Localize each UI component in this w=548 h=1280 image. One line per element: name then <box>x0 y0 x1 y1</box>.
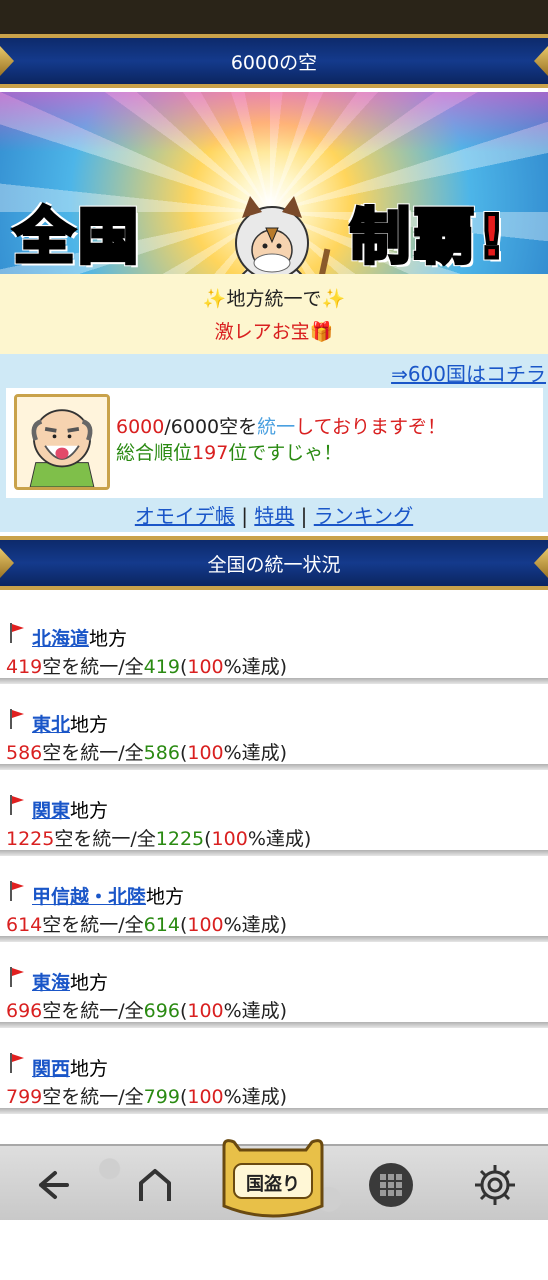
banner-text-right: 制覇! <box>348 201 510 275</box>
flag-icon <box>10 623 24 643</box>
kunitori-label: 国盗り <box>246 1174 300 1195</box>
avatar <box>14 394 110 490</box>
list-item: 関西地方 799空を統一/全799(100%達成) <box>0 1028 548 1114</box>
section-title: 全国の統一状況 <box>207 553 341 576</box>
gear-icon <box>475 1165 515 1205</box>
home-icon <box>139 1169 171 1201</box>
home-button[interactable] <box>130 1160 180 1210</box>
list-item: 甲信越・北陸地方 614空を統一/全614(100%達成) <box>0 856 548 942</box>
flag-icon <box>10 795 24 815</box>
back-arrow-icon <box>39 1171 69 1199</box>
kunitori-button[interactable]: 国盗り <box>210 1136 336 1220</box>
flag-icon <box>10 881 24 901</box>
page-title: 6000の空 <box>230 51 318 74</box>
back-button[interactable] <box>26 1160 76 1210</box>
region-link[interactable]: 甲信越・北陸 <box>32 886 146 908</box>
status-panel: ⇒600国はコチラ 6000/6000空を統一しておりますぞ！ 総合順位197位… <box>0 354 548 532</box>
rank-value: 197 <box>192 442 229 464</box>
flag-icon <box>10 1053 24 1073</box>
bonus-link[interactable]: 特典 <box>254 504 294 528</box>
region-link[interactable]: 東海 <box>32 972 70 994</box>
bottom-blank <box>0 1220 548 1280</box>
notice-line-2: 激レアお宝🎁 <box>214 321 334 343</box>
status-card: 6000/6000空を統一しておりますぞ！ 総合順位197位ですじゃ！ <box>6 388 543 498</box>
settings-button[interactable] <box>470 1160 520 1210</box>
apps-button[interactable] <box>366 1160 416 1210</box>
section-ribbon: 全国の統一状況 <box>0 536 548 590</box>
ranking-link[interactable]: ランキング <box>314 504 413 528</box>
owl-mascot-icon <box>235 196 331 274</box>
flag-icon <box>10 967 24 987</box>
old-man-avatar-icon <box>17 397 107 487</box>
list-item: 北海道地方 419空を統一/全419(100%達成) <box>0 598 548 684</box>
unified-count: 6000 <box>116 416 165 438</box>
region-link[interactable]: 北海道 <box>32 628 89 650</box>
status-message: 6000/6000空を統一しておりますぞ！ 総合順位197位ですじゃ！ <box>116 416 447 464</box>
promo-banner: 全国 制覇! <box>0 92 548 274</box>
region-link[interactable]: 関東 <box>32 800 70 822</box>
memories-link[interactable]: オモイデ帳 <box>135 504 235 528</box>
list-item: 関東地方 1225空を統一/全1225(100%達成) <box>0 770 548 856</box>
region-link[interactable]: 東北 <box>32 714 70 736</box>
link-600-countries[interactable]: ⇒600国はコチラ <box>391 358 546 387</box>
banner-text-left: 全国 <box>12 201 142 275</box>
grid-icon <box>369 1163 413 1207</box>
header-ribbon: 6000の空 <box>0 34 548 88</box>
total-count: 6000 <box>170 416 220 438</box>
notice-line-1: ✨地方統一で✨ <box>202 288 346 310</box>
status-links: オモイデ帳 | 特典 | ランキング <box>134 504 414 528</box>
region-list: 北海道地方 419空を統一/全419(100%達成) 東北地方 586空を統一/… <box>0 598 548 1114</box>
list-item: 東北地方 586空を統一/全586(100%達成) <box>0 684 548 770</box>
flag-icon <box>10 709 24 729</box>
list-item: 東海地方 696空を統一/全696(100%達成) <box>0 942 548 1028</box>
region-link[interactable]: 関西 <box>32 1058 70 1080</box>
rank-label: 総合順位 <box>116 442 193 464</box>
status-bar <box>0 0 548 34</box>
notice-box: ✨地方統一で✨ 激レアお宝🎁 <box>0 274 548 354</box>
